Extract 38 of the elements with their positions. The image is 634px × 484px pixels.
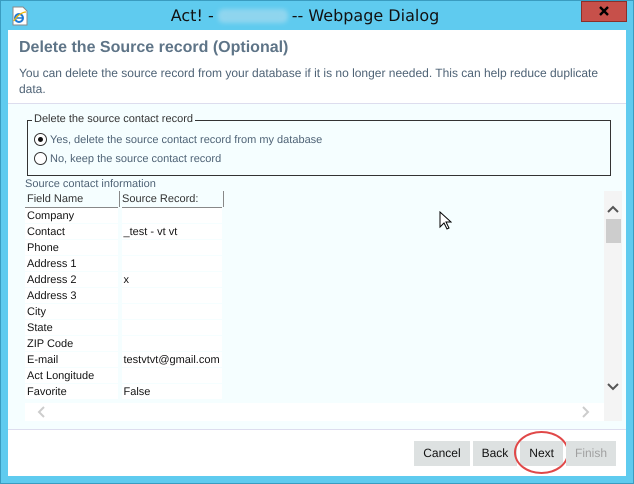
blurred-text [218,8,288,22]
table-cell: ZIP Code [27,338,74,350]
dialog-button[interactable]: Next [520,440,563,466]
table-cell: State [27,322,53,334]
document-icon [11,6,29,26]
table-cell: testvtvt@gmail.com [124,354,220,366]
vertical-scrollbar[interactable] [604,191,622,421]
description-text: You can delete the source record from your database if it is no longer needed. This can help reduce duplicate data. [19,65,600,97]
table-cell: _test - vt vt [124,226,178,238]
window-title: Act! - [170,6,214,25]
table-cell: Address 1 [27,258,77,270]
group-legend: Delete the source contact record [32,113,195,125]
table-cell: Phone [27,242,59,254]
table-cell: Address 3 [27,290,77,302]
table-cell: Favorite [27,386,67,398]
radio-button[interactable] [34,133,47,146]
dialog-button[interactable]: Back [472,440,518,466]
option-label[interactable]: Yes, delete the source contact record from my database [50,134,322,146]
scroll-up-icon[interactable] [607,205,619,213]
close-icon [598,6,610,16]
mouse-pointer-icon [439,211,452,230]
table-cell: Address 2 [27,274,77,286]
dialog-button[interactable]: Cancel [414,440,470,466]
radio-button[interactable] [34,152,47,165]
table-cell: Contact [27,226,65,238]
table-cell: E-mail [27,354,58,366]
table-cell: False [124,386,150,398]
scroll-down-icon[interactable] [607,383,619,391]
table-cell: City [27,306,46,318]
option-label[interactable]: No, keep the source contact record [50,152,222,164]
scroll-thumb[interactable] [606,219,620,243]
page-heading: Delete the Source record (Optional) [19,39,290,57]
section-label: Source contact information [25,178,157,190]
table-cell: Company [27,210,74,222]
window-title: -- Webpage Dialog [292,6,440,25]
table-cell: x [124,274,129,286]
table-cell: Act Longitude [27,370,94,382]
close-button[interactable] [581,0,627,22]
